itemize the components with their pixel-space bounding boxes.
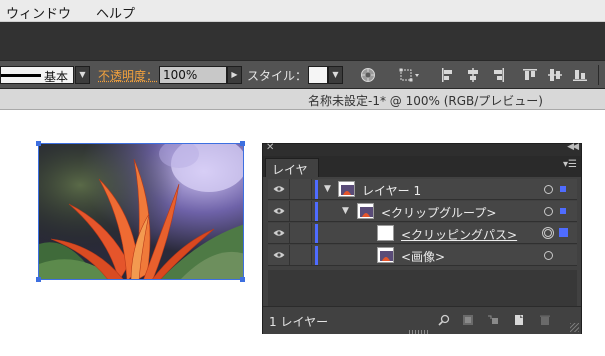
control-bar: 基本 ▼ 不透明度： 100% ▶ スタイル： ▼ — [0, 60, 605, 89]
image-name[interactable]: <画像> — [401, 248, 445, 265]
align-right-icon[interactable] — [490, 67, 506, 83]
menu-window[interactable]: ウィンドウ — [6, 3, 71, 22]
opacity-input[interactable]: 100% — [159, 66, 227, 84]
selection-handle-top-left[interactable] — [36, 141, 41, 146]
target-selected-icon[interactable] — [542, 227, 554, 239]
lock-toggle[interactable] — [290, 179, 312, 199]
selection-handle-top-right[interactable] — [240, 141, 245, 146]
selection-indicator[interactable] — [559, 228, 568, 237]
eye-icon — [273, 186, 285, 192]
visibility-toggle[interactable] — [268, 201, 290, 221]
recolor-artwork-icon[interactable] — [360, 67, 376, 83]
panel-tab-bar: レイヤー ▾☰ — [263, 156, 581, 194]
selection-handle-bottom-left[interactable] — [36, 277, 41, 282]
selection-indicator[interactable] — [560, 186, 566, 192]
trash-icon[interactable] — [539, 314, 551, 326]
control-bar-divider — [598, 65, 599, 85]
disclosure-triangle-icon[interactable]: ▼ — [342, 206, 349, 216]
clipping-path-name[interactable]: <クリッピングパス> — [401, 226, 517, 243]
selection-handle-bottom-right[interactable] — [240, 277, 245, 282]
target-icon[interactable] — [544, 185, 553, 194]
graphic-style-swatch[interactable] — [308, 66, 328, 84]
align-left-icon[interactable] — [440, 67, 456, 83]
close-icon[interactable]: ✕ — [266, 142, 274, 153]
lock-toggle[interactable] — [290, 245, 312, 265]
layer-row[interactable]: ▼ <クリップグループ> — [268, 201, 577, 222]
visibility-toggle[interactable] — [268, 223, 290, 243]
visibility-toggle[interactable] — [268, 245, 290, 265]
layers-list-empty-area — [268, 270, 577, 306]
locate-object-icon[interactable] — [438, 314, 450, 326]
image-thumbnail — [377, 247, 394, 263]
menu-bar: ウィンドウ ヘルプ — [0, 0, 605, 22]
clip-group-name[interactable]: <クリップグループ> — [381, 204, 496, 221]
document-tab-bar: 名称未設定-1* @ 100% (RGB/プレビュー) — [0, 89, 605, 110]
layer-color-bar — [315, 202, 318, 221]
selection-indicator[interactable] — [560, 208, 566, 214]
eye-icon — [273, 208, 285, 214]
placed-flower-image[interactable] — [38, 143, 244, 280]
stroke-style-dropdown-button[interactable]: ▼ — [75, 66, 90, 84]
panel-title-strip: ✕ ◀◀ — [263, 142, 581, 156]
layer-row[interactable]: <クリッピングパス> — [268, 223, 577, 244]
collapse-panel-icon[interactable]: ◀◀ — [567, 142, 579, 152]
stroke-style-label: 基本 — [43, 70, 68, 84]
make-clipping-mask-icon[interactable] — [462, 314, 474, 326]
layer-count: 1 レイヤー — [269, 315, 329, 329]
layer-row[interactable]: ▼ レイヤー 1 — [268, 179, 577, 200]
layer-thumbnail — [338, 181, 355, 197]
target-icon[interactable] — [544, 251, 553, 260]
align-top-icon[interactable] — [522, 67, 538, 83]
opacity-popup-button[interactable]: ▶ — [227, 66, 242, 84]
layer-name[interactable]: レイヤー 1 — [362, 182, 421, 199]
lock-toggle[interactable] — [290, 201, 312, 221]
align-bottom-icon[interactable] — [572, 67, 588, 83]
visibility-toggle[interactable] — [268, 179, 290, 199]
layer-row[interactable]: <画像> — [268, 245, 577, 266]
document-title[interactable]: 名称未設定-1* @ 100% (RGB/プレビュー) — [308, 92, 543, 109]
align-horizontal-center-icon[interactable] — [465, 67, 481, 83]
style-dropdown-button[interactable]: ▼ — [328, 66, 343, 84]
layer-color-bar — [315, 180, 318, 199]
clip-group-thumbnail — [357, 203, 374, 219]
resize-grip-icon[interactable] — [570, 323, 579, 332]
layer-color-bar — [315, 246, 318, 265]
lock-toggle[interactable] — [290, 223, 312, 243]
style-label: スタイル： — [247, 69, 308, 83]
disclosure-triangle-icon[interactable]: ▼ — [324, 184, 331, 194]
align-vertical-center-icon[interactable] — [547, 67, 563, 83]
opacity-label[interactable]: 不透明度： — [98, 67, 158, 84]
eye-icon — [273, 230, 285, 236]
stroke-style-preview[interactable]: 基本 — [0, 66, 74, 84]
panel-menu-icon[interactable]: ▾☰ — [563, 159, 577, 170]
tab-layers[interactable]: レイヤー — [265, 158, 319, 194]
new-layer-icon[interactable] — [513, 314, 525, 326]
eye-icon — [273, 252, 285, 258]
target-icon[interactable] — [544, 207, 553, 216]
layers-panel: ✕ ◀◀ レイヤー ▾☰ ▼ レイヤー 1 ▼ <クリップグループ> — [262, 142, 582, 334]
menu-help[interactable]: ヘルプ — [96, 3, 135, 22]
clipping-path-thumbnail — [377, 225, 394, 241]
flower-image — [39, 144, 243, 279]
panel-drag-grip[interactable] — [409, 330, 429, 334]
create-sublayer-icon[interactable] — [487, 314, 499, 326]
layer-color-bar — [315, 224, 318, 243]
transform-icon[interactable] — [398, 67, 422, 83]
application-bar — [0, 22, 605, 60]
stroke-line — [1, 74, 41, 77]
